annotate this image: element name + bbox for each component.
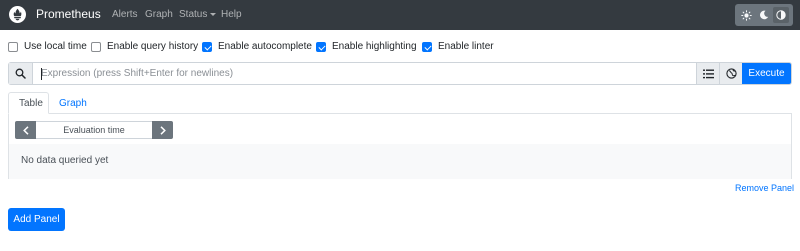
no-data-message: No data queried yet [21,155,109,166]
contrast-icon[interactable] [773,7,790,23]
option-linter[interactable]: Enable linter [422,41,494,52]
execute-button[interactable]: Execute [742,63,791,84]
option-autocomplete[interactable]: Enable autocomplete [202,41,312,52]
text-cursor [41,68,42,80]
metrics-explorer-icon[interactable] [696,63,719,84]
tab-graph[interactable]: Graph [49,92,97,114]
nav-link-graph[interactable]: Graph [145,9,173,20]
caret-down-icon [210,12,217,16]
chevron-right-icon[interactable] [152,121,173,139]
add-panel-button[interactable]: Add Panel [8,208,65,231]
option-label: Enable linter [438,41,494,52]
chevron-left-icon[interactable] [15,121,36,139]
option-highlighting[interactable]: Enable highlighting [316,41,417,52]
no-data-area: No data queried yet [9,144,791,179]
navbar: Prometheus Alerts Graph Status Help [0,0,800,30]
nav-link-help[interactable]: Help [221,9,242,20]
theme-toggle-group [735,4,793,26]
checkbox-query-history[interactable] [91,41,101,52]
nav-status-label: Status [179,9,208,20]
checkbox-autocomplete[interactable] [202,41,212,52]
table-panel: Evaluation time No data queried yet [8,114,792,179]
option-query-history[interactable]: Enable query history [91,41,198,52]
option-label: Enable query history [107,41,199,52]
search-icon [9,63,33,84]
moon-icon[interactable] [756,7,772,23]
option-use-local-time[interactable]: Use local time [8,41,87,52]
checkbox-linter[interactable] [422,41,432,52]
evaluation-time-input[interactable]: Evaluation time [36,121,152,139]
brand-title[interactable]: Prometheus [36,7,101,21]
option-label: Use local time [24,41,87,52]
option-label: Enable highlighting [332,41,417,52]
checkbox-use-local-time[interactable] [8,41,18,52]
panel-tabs: Table Graph [8,92,792,114]
expression-input[interactable] [33,63,696,84]
nav-link-alerts[interactable]: Alerts [112,9,138,20]
evaluation-time-picker: Evaluation time [15,121,173,139]
nav-dropdown-status[interactable]: Status [179,9,217,20]
globe-icon[interactable] [719,63,742,84]
remove-panel-link[interactable]: Remove Panel [735,183,794,193]
checkbox-highlighting[interactable] [316,41,326,52]
option-label: Enable autocomplete [218,41,312,52]
tab-table[interactable]: Table [8,92,49,114]
prometheus-logo-icon[interactable] [9,6,26,23]
expression-input-group: Execute [8,62,792,85]
sun-icon[interactable] [739,7,755,23]
